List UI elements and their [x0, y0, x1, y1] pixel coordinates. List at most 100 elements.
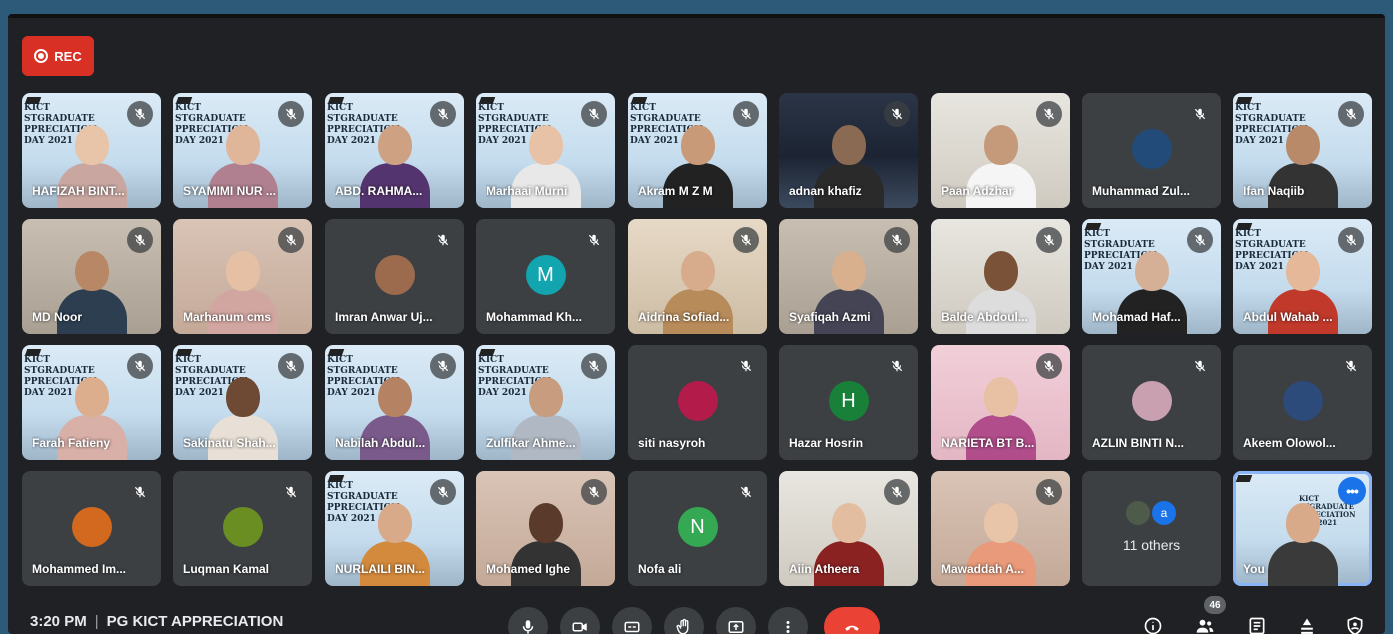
participant-tile[interactable]: Paan Adzhar: [931, 93, 1070, 208]
participant-tile[interactable]: Imran Anwar Uj...: [325, 219, 464, 334]
participant-name: MD Noor: [32, 310, 82, 324]
participant-tile[interactable]: siti nasyroh: [628, 345, 767, 460]
microphone-button[interactable]: [508, 607, 548, 634]
participant-tile[interactable]: Luqman Kamal: [173, 471, 312, 586]
participant-name: Muhammad Zul...: [1092, 184, 1191, 198]
participant-name: AZLIN BINTI N...: [1092, 436, 1184, 450]
recording-badge[interactable]: REC: [22, 36, 94, 76]
more-vert-icon: [786, 621, 790, 633]
participant-tile[interactable]: Aiin Atheera: [779, 471, 918, 586]
mic-off-icon: [127, 479, 153, 505]
participant-name: Marhanum cms: [183, 310, 272, 324]
people-button[interactable]: [1192, 613, 1218, 634]
others-avatars: a: [1126, 501, 1176, 525]
participant-tile[interactable]: KICT STGRADUATE PPRECIATION DAY 2021 Marhaai…: [476, 93, 615, 208]
mic-off-icon: [1036, 227, 1062, 253]
mic-off-icon: [733, 479, 759, 505]
participant-tile[interactable]: a 11 others: [1082, 471, 1221, 586]
participant-tile[interactable]: KICT STGRADUATE PPRECIATION DAY 2021 Sakinat…: [173, 345, 312, 460]
end-call-button[interactable]: [824, 607, 880, 634]
participant-tile[interactable]: Mohamed Ighe: [476, 471, 615, 586]
mic-off-icon: [733, 227, 759, 253]
present-button[interactable]: [716, 607, 756, 634]
mic-off-icon: [1036, 353, 1062, 379]
mic-off-icon: [278, 479, 304, 505]
more-options-icon[interactable]: •••: [1338, 477, 1366, 505]
participant-tile[interactable]: Balde Abdoul...: [931, 219, 1070, 334]
captions-button[interactable]: [612, 607, 652, 634]
lock-person-icon: [1347, 616, 1363, 634]
mic-off-icon: [1187, 101, 1213, 127]
participant-name: Mohammad Kh...: [486, 310, 583, 324]
shapes-icon: [1301, 618, 1313, 634]
participant-tile[interactable]: Marhanum cms: [173, 219, 312, 334]
meeting-time: 3:20 PM: [30, 613, 87, 630]
hand-icon: [676, 618, 689, 634]
participant-tile[interactable]: NARIETA BT B...: [931, 345, 1070, 460]
activities-button[interactable]: [1294, 613, 1320, 634]
profile-photo: [374, 255, 415, 295]
initial-avatar: a: [1152, 501, 1176, 525]
participant-tile[interactable]: KICT STGRADUATE PPRECIATION DAY 2021 Farah F…: [22, 345, 161, 460]
participant-name: NARIETA BT B...: [941, 436, 1035, 450]
profile-photo: [1131, 129, 1172, 169]
mic-off-icon: [884, 101, 910, 127]
participant-tile[interactable]: KICT STGRADUATE PPRECIATION DAY 2021 NURLAIL…: [325, 471, 464, 586]
participant-tile[interactable]: Muhammad Zul...: [1082, 93, 1221, 208]
participant-tile[interactable]: KICT STGRADUATE PPRECIATION DAY 2021 Nabilah…: [325, 345, 464, 460]
participant-name: Aiin Atheera: [789, 562, 860, 576]
profile-photo: [677, 381, 718, 421]
participant-tile[interactable]: adnan khafiz: [779, 93, 918, 208]
camera-button[interactable]: [560, 607, 600, 634]
participant-tile[interactable]: KICT STGRADUATE PPRECIATION DAY 2021 Abdul W…: [1233, 219, 1372, 334]
participant-tile[interactable]: KICT STGRADUATE PPRECIATION DAY 2021 HAFIZAH…: [22, 93, 161, 208]
record-icon: [34, 49, 49, 63]
participant-name: Syafiqah Azmi: [789, 310, 871, 324]
mic-off-icon: [1338, 227, 1364, 253]
participant-tile[interactable]: Aidrina Sofiad...: [628, 219, 767, 334]
participant-tile[interactable]: H Hazar Hosrin: [779, 345, 918, 460]
participant-name: Mohamed Ighe: [486, 562, 571, 576]
participant-tile[interactable]: KICT STGRADUATE PPRECIATION DAY 2021 Zulfika…: [476, 345, 615, 460]
participant-tile[interactable]: KICT STGRADUATE PPRECIATION DAY 2021 SYAMIMI…: [173, 93, 312, 208]
mic-off-icon: [581, 227, 607, 253]
graduation-cap-logo: [1235, 475, 1253, 482]
participant-tile[interactable]: MD Noor: [22, 219, 161, 334]
present-icon: [728, 621, 744, 633]
participant-name: NURLAILI BIN...: [335, 562, 425, 576]
raise-hand-button[interactable]: [664, 607, 704, 634]
mic-off-icon: [1187, 227, 1213, 253]
profile-photo: [1126, 501, 1150, 525]
recording-label: REC: [54, 48, 82, 64]
initial-avatar: H: [828, 381, 869, 421]
participant-tile[interactable]: KICTSTGRADUATEPPRECIATIONDAY 2021•••You: [1233, 471, 1372, 586]
host-controls-button[interactable]: [1342, 613, 1368, 634]
participant-tile[interactable]: M Mohammad Kh...: [476, 219, 615, 334]
participant-tile[interactable]: Mawaddah A...: [931, 471, 1070, 586]
meeting-details-button[interactable]: [1140, 613, 1166, 634]
participant-tile[interactable]: KICT STGRADUATE PPRECIATION DAY 2021 Akram M…: [628, 93, 767, 208]
participant-tile[interactable]: KICT STGRADUATE PPRECIATION DAY 2021 Mohamad…: [1082, 219, 1221, 334]
end-call-icon: [845, 625, 859, 631]
participant-tile[interactable]: Syafiqah Azmi: [779, 219, 918, 334]
meet-window: REC KICT STGRADUATE PPRECIATION DAY 2021 HAF…: [8, 14, 1385, 634]
separator: |: [94, 613, 99, 630]
participant-name: Mawaddah A...: [941, 562, 1024, 576]
chat-button[interactable]: [1244, 613, 1270, 634]
participant-name: Sakinatu Shah...: [183, 436, 276, 450]
participant-tile[interactable]: KICT STGRADUATE PPRECIATION DAY 2021 Ifan Na…: [1233, 93, 1372, 208]
participant-tile[interactable]: AZLIN BINTI N...: [1082, 345, 1221, 460]
mic-off-icon: [581, 479, 607, 505]
more-options-button[interactable]: [768, 607, 808, 634]
others-label: 11 others: [1122, 537, 1181, 553]
participant-tile[interactable]: KICT STGRADUATE PPRECIATION DAY 2021 ABD. RA…: [325, 93, 464, 208]
participant-tile[interactable]: Mohammed Im...: [22, 471, 161, 586]
participant-name: Akram M Z M: [638, 184, 713, 198]
info-icon: [1144, 617, 1162, 634]
participant-tile[interactable]: N Nofa ali: [628, 471, 767, 586]
mic-off-icon: [581, 353, 607, 379]
participant-name: Farah Fatieny: [32, 436, 111, 450]
participant-tile[interactable]: Akeem Olowol...: [1233, 345, 1372, 460]
participant-name: Luqman Kamal: [183, 562, 270, 576]
bottom-bar: 3:20 PM | PG KICT APPRECIATION 46: [8, 596, 1385, 634]
